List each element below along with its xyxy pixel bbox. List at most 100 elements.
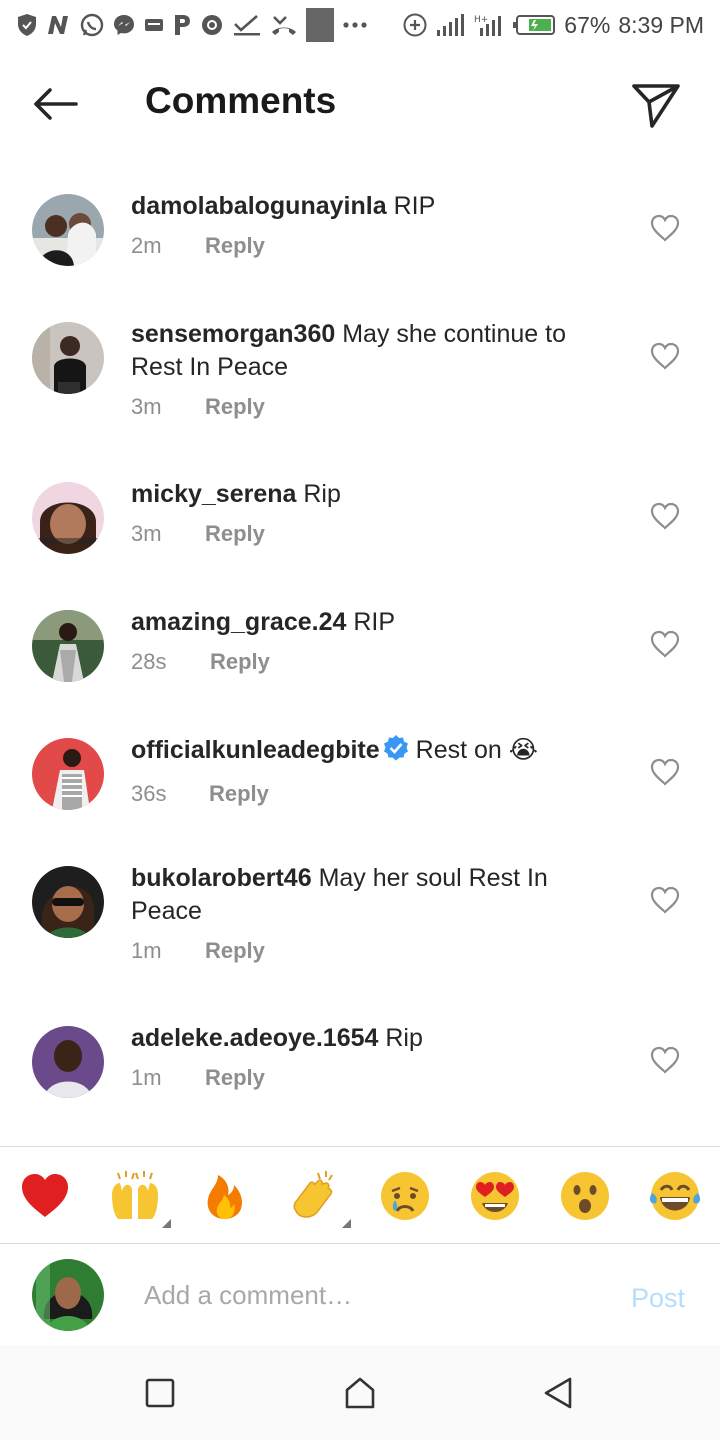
like-button[interactable] xyxy=(650,214,680,242)
comment-username[interactable]: bukolarobert46 xyxy=(131,864,312,892)
check-icon xyxy=(232,12,262,38)
red-heart-icon[interactable] xyxy=(18,1169,72,1223)
like-button[interactable] xyxy=(650,1046,680,1074)
heart-outline-icon xyxy=(650,502,680,530)
comment-composer: Post xyxy=(0,1245,720,1345)
signal-icon-2: H+ xyxy=(474,12,504,38)
heart-outline-icon xyxy=(650,886,680,914)
verified-badge-icon xyxy=(382,734,410,771)
like-button[interactable] xyxy=(650,886,680,914)
like-button[interactable] xyxy=(650,502,680,530)
comment-time: 3m xyxy=(131,394,162,419)
reply-button[interactable]: Reply xyxy=(205,938,265,964)
header: Comments xyxy=(0,50,720,160)
comment-time: 1m xyxy=(131,938,162,963)
image-icon xyxy=(306,8,334,42)
fire-icon[interactable] xyxy=(198,1169,252,1223)
battery-icon xyxy=(512,12,556,38)
heart-outline-icon xyxy=(650,630,680,658)
comment-time: 2m xyxy=(131,233,162,258)
page-title: Comments xyxy=(145,80,337,121)
notification-icons xyxy=(16,8,368,42)
recent-apps-button[interactable] xyxy=(142,1375,178,1411)
triangle-back-icon xyxy=(544,1377,572,1409)
comment-time: 36s xyxy=(131,781,167,806)
avatar[interactable] xyxy=(32,866,104,938)
astonished-face-icon[interactable] xyxy=(558,1169,612,1223)
n-icon xyxy=(46,12,72,38)
reply-button[interactable]: Reply xyxy=(205,233,265,259)
chrome-icon xyxy=(200,12,224,38)
crying-face-icon[interactable] xyxy=(378,1169,432,1223)
avatar[interactable] xyxy=(32,738,104,810)
comment-text: RIP xyxy=(353,608,396,636)
post-button[interactable]: Post xyxy=(631,1283,685,1314)
comment-time: 1m xyxy=(131,1065,162,1090)
svg-text:H+: H+ xyxy=(474,15,488,25)
avatar[interactable] xyxy=(32,1026,104,1098)
clock: 8:39 PM xyxy=(618,11,704,38)
p-icon xyxy=(172,12,192,38)
back-button[interactable] xyxy=(28,84,84,124)
home-button[interactable] xyxy=(342,1375,378,1411)
tears-of-joy-icon[interactable] xyxy=(648,1169,702,1223)
emoji-bar xyxy=(0,1146,720,1244)
avatar[interactable] xyxy=(32,194,104,266)
comment-username[interactable]: sensemorgan360 xyxy=(131,320,335,348)
shield-icon xyxy=(16,12,38,38)
signal-icon xyxy=(436,12,466,38)
avatar[interactable] xyxy=(32,482,104,554)
battery-percentage: 67% xyxy=(564,11,611,38)
avatar[interactable] xyxy=(32,610,104,682)
reply-button[interactable]: Reply xyxy=(205,1065,265,1091)
comment-input[interactable] xyxy=(144,1275,584,1315)
message-icon xyxy=(144,12,164,38)
comment-body: damolabalogunayinla RIP 2m Reply xyxy=(131,190,611,259)
reply-button[interactable]: Reply xyxy=(210,649,270,675)
comment-username[interactable]: adeleke.adeoye.1654 xyxy=(131,1024,378,1052)
comment-body: adeleke.adeoye.1654 Rip 1m Reply xyxy=(131,1022,611,1091)
heart-outline-icon xyxy=(650,214,680,242)
comment-username[interactable]: officialkunleadegbite xyxy=(131,736,380,764)
heart-eyes-icon[interactable] xyxy=(468,1169,522,1223)
reply-button[interactable]: Reply xyxy=(205,521,265,547)
avatar[interactable] xyxy=(32,322,104,394)
comment-username[interactable]: amazing_grace.24 xyxy=(131,608,346,636)
comment-time: 3m xyxy=(131,521,162,546)
clapping-hands-icon[interactable] xyxy=(288,1169,342,1223)
system-nav-bar xyxy=(0,1345,720,1440)
share-button[interactable] xyxy=(630,80,682,130)
like-button[interactable] xyxy=(650,342,680,370)
back-nav-button[interactable] xyxy=(540,1375,576,1411)
my-avatar xyxy=(32,1259,104,1331)
heart-outline-icon xyxy=(650,1046,680,1074)
reply-button[interactable]: Reply xyxy=(209,781,269,807)
comment-time: 28s xyxy=(131,649,167,674)
data-saver-icon xyxy=(402,12,428,38)
system-indicators: H+ 67% 8:39 PM xyxy=(402,12,704,39)
paper-plane-icon xyxy=(632,84,680,128)
messenger-icon xyxy=(112,12,136,38)
more-reactions-icon xyxy=(342,1219,351,1228)
comment-username[interactable]: damolabalogunayinla xyxy=(131,192,387,220)
comment-body: micky_serena Rip 3m Reply xyxy=(131,478,611,547)
comment-text: Rest on 😭 xyxy=(415,736,538,764)
like-button[interactable] xyxy=(650,758,680,786)
comment-body: sensemorgan360 May she continue to Rest … xyxy=(131,318,611,420)
raising-hands-icon[interactable] xyxy=(108,1169,162,1223)
more-icon xyxy=(342,12,368,38)
comment-text: Rip xyxy=(385,1024,423,1052)
missed-call-icon xyxy=(270,12,298,38)
comment-text: Rip xyxy=(303,480,341,508)
comment-username[interactable]: micky_serena xyxy=(131,480,296,508)
heart-outline-icon xyxy=(650,758,680,786)
status-bar: H+ 67% 8:39 PM xyxy=(0,0,720,50)
reply-button[interactable]: Reply xyxy=(205,394,265,420)
comment-body: bukolarobert46 May her soul Rest In Peac… xyxy=(131,862,611,964)
comment-text: RIP xyxy=(393,192,436,220)
home-icon xyxy=(345,1377,375,1409)
comment-body: amazing_grace.24 RIP 28s Reply xyxy=(131,606,611,675)
square-icon xyxy=(145,1378,175,1408)
heart-outline-icon xyxy=(650,342,680,370)
like-button[interactable] xyxy=(650,630,680,658)
